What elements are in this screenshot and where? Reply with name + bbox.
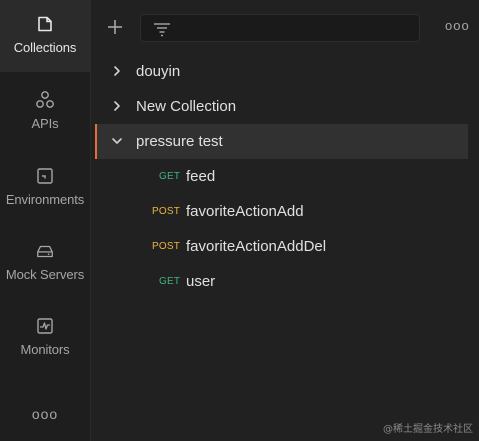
method-badge-get: GET [159,276,181,287]
request-row[interactable]: GET feed [91,159,468,194]
rail-item-monitors[interactable]: Monitors [0,302,90,374]
request-name: favoriteActionAdd [186,203,304,220]
method-badge-get: GET [159,171,181,182]
collection-row-new-collection[interactable]: New Collection [91,89,468,124]
request-row[interactable]: GET user [91,264,468,299]
collection-name: New Collection [136,98,237,115]
method-badge-post: POST [152,206,181,217]
rail-more-icon[interactable]: ooo [0,402,90,426]
more-options-icon[interactable]: ooo [445,19,469,33]
apis-icon [35,90,55,110]
monitors-icon [35,316,55,336]
rail-label-apis: APIs [31,116,59,131]
postman-window: Collections APIs Environments Mock Serve… [0,0,479,441]
request-row[interactable]: POST favoriteActionAddDel [91,229,468,264]
collections-icon [35,14,55,34]
request-row[interactable]: POST favoriteActionAdd [91,194,468,229]
collection-name: pressure test [136,133,223,150]
request-name: user [186,273,216,290]
watermark-text: @稀土掘金技术社区 [383,424,473,435]
sidebar-rail: Collections APIs Environments Mock Serve… [0,0,91,441]
chevron-down-icon[interactable] [111,135,123,147]
rail-label-environments: Environments [5,192,85,207]
rail-label-mock-servers: Mock Servers [5,267,85,282]
method-badge-post: POST [152,241,181,252]
collections-toolbar: ooo [91,0,479,52]
environments-icon [35,166,55,186]
plus-icon[interactable] [105,17,125,37]
collection-row-pressure-test[interactable]: pressure test [95,124,468,159]
collection-row-douyin[interactable]: douyin [91,54,468,89]
chevron-right-icon[interactable] [111,100,123,112]
rail-label-collections: Collections [13,40,77,55]
filter-icon [153,21,171,37]
collections-panel: ooo douyin New Collection pressure test … [91,0,479,441]
rail-item-collections[interactable]: Collections [0,0,90,72]
collection-name: douyin [136,63,181,80]
request-name: feed [186,168,216,185]
filter-search-box[interactable] [140,14,420,42]
mock-servers-icon [35,241,55,261]
request-name: favoriteActionAddDel [186,238,327,255]
rail-item-mock-servers[interactable]: Mock Servers [0,227,90,299]
rail-item-apis[interactable]: APIs [0,76,90,148]
rail-item-environments[interactable]: Environments [0,152,90,224]
chevron-right-icon[interactable] [111,65,123,77]
filter-input[interactable] [181,18,415,40]
rail-label-monitors: Monitors [20,342,70,357]
